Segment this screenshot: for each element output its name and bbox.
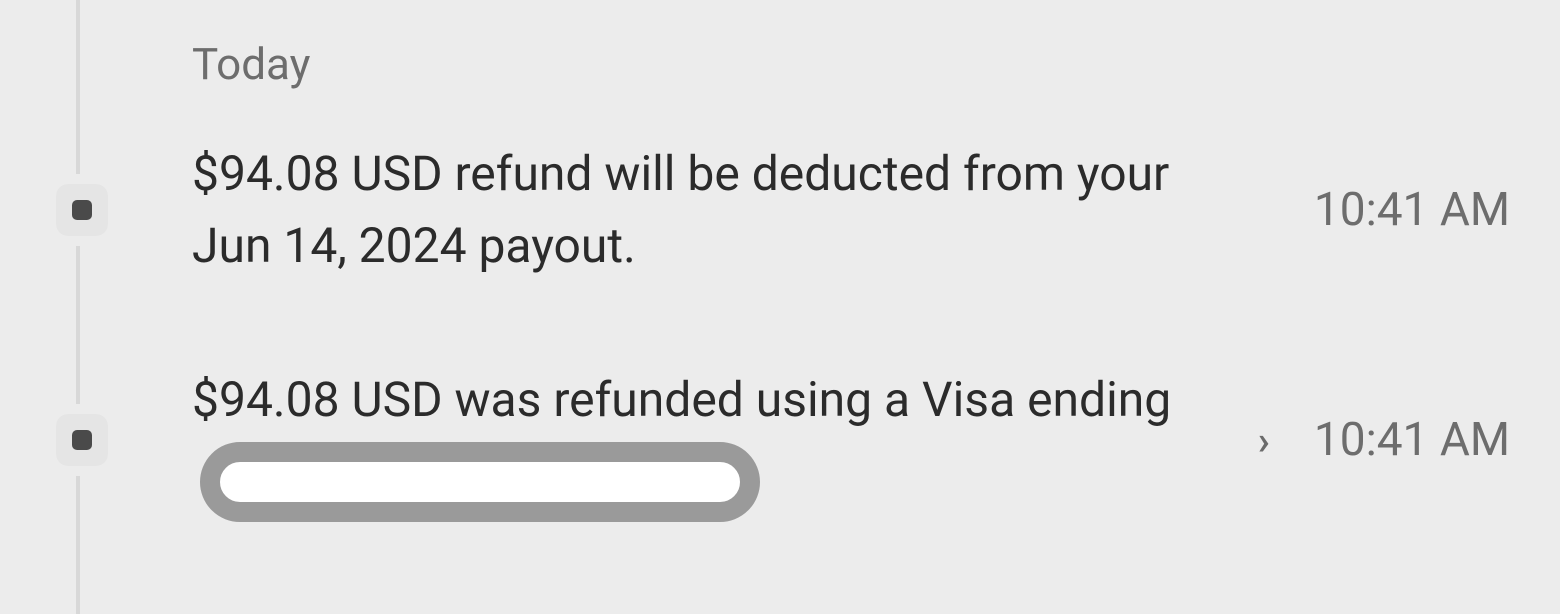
chevron-right-icon[interactable]: › — [1244, 417, 1284, 464]
timeline-rail — [76, 0, 80, 614]
entry-text: $94.08 USD refund will be deducted from … — [192, 138, 1232, 282]
section-header: Today — [192, 20, 1520, 138]
square-dot-icon — [72, 200, 92, 220]
timeline-marker — [56, 184, 108, 236]
entry-body: $94.08 USD refund will be deducted from … — [192, 138, 1520, 282]
entry-body: $94.08 USD was refunded using a Visa end… — [192, 364, 1520, 516]
timeline-marker — [56, 414, 108, 466]
timeline-entry[interactable]: $94.08 USD was refunded using a Visa end… — [40, 364, 1520, 516]
entry-text: $94.08 USD was refunded using a Visa end… — [192, 364, 1214, 516]
square-dot-icon — [72, 430, 92, 450]
entry-timestamp: 10:41 AM — [1314, 183, 1520, 237]
redacted-card-digits — [200, 442, 760, 522]
timeline: Today $94.08 USD refund will be deducted… — [0, 0, 1560, 614]
entry-timestamp: 10:41 AM — [1314, 413, 1520, 467]
timeline-entry: $94.08 USD refund will be deducted from … — [40, 138, 1520, 282]
entry-text-prefix: $94.08 USD was refunded using a Visa end… — [192, 371, 1171, 428]
